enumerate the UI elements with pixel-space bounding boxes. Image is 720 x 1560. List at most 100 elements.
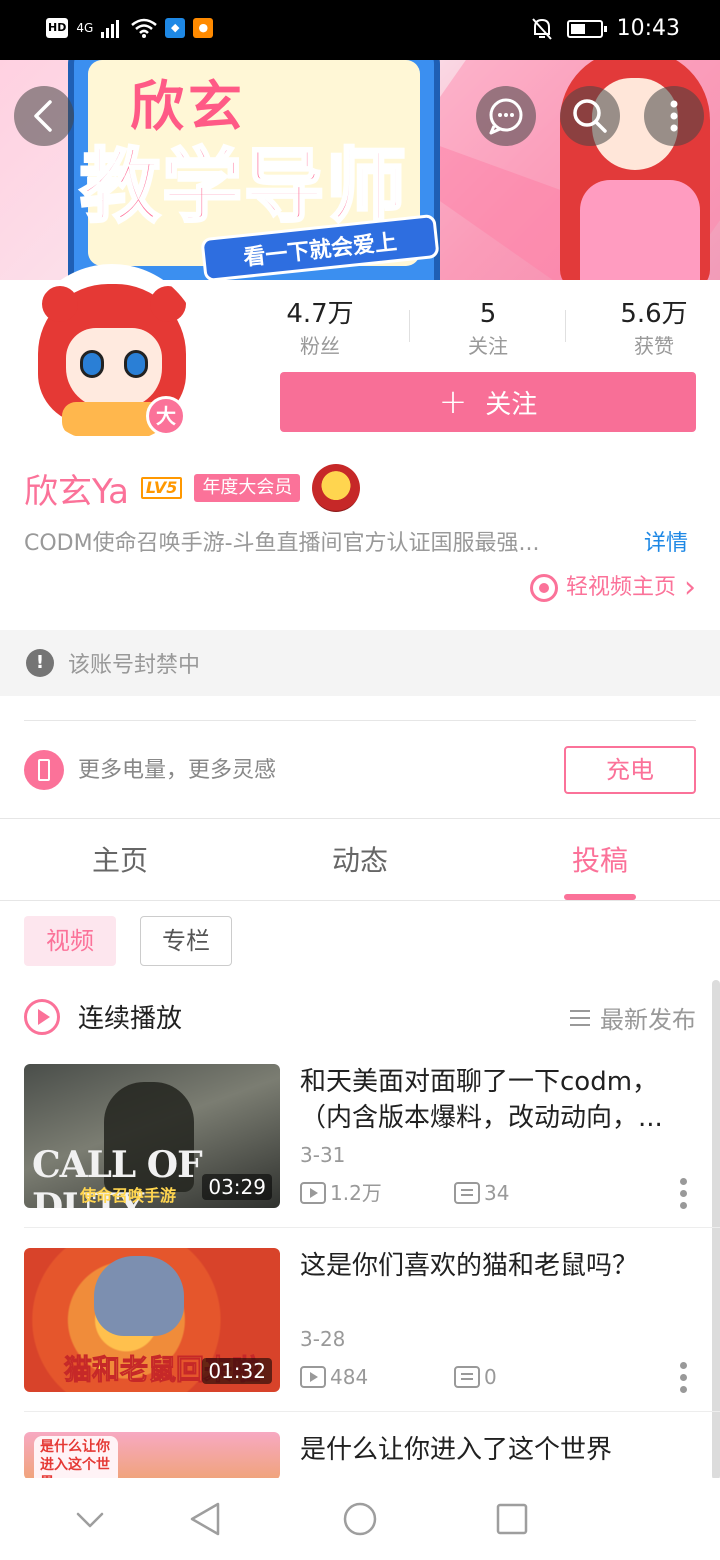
nav-back-icon[interactable]	[190, 1502, 220, 1536]
divider	[24, 1411, 720, 1412]
video-title[interactable]: 是什么让你进入了这个世界	[300, 1432, 696, 1468]
chevron-right-icon: ›	[684, 570, 696, 605]
video-comment-count: 34	[454, 1180, 509, 1206]
video-more-icon[interactable]	[680, 1362, 688, 1398]
stat-fans-label: 粉丝	[300, 334, 340, 358]
video-date: 3-31	[300, 1143, 346, 1167]
more-button[interactable]	[644, 86, 704, 146]
play-count-icon	[300, 1366, 326, 1388]
tab-home[interactable]: 主页	[0, 838, 240, 884]
nav-recents-icon[interactable]	[496, 1503, 528, 1535]
stat-following-label: 关注	[468, 334, 508, 358]
comment-icon	[454, 1366, 480, 1388]
stat-likes: 5.6万 获赞	[584, 296, 720, 360]
charge-battery-icon	[24, 750, 64, 790]
back-icon	[34, 100, 52, 132]
follow-label: 关注	[485, 389, 538, 420]
charge-button[interactable]: 充电	[564, 746, 696, 794]
nav-down-icon[interactable]	[76, 1512, 104, 1528]
play-circle-icon	[24, 998, 60, 1035]
stat-fans[interactable]: 4.7万 粉丝	[250, 296, 390, 360]
uc-app-icon: ●	[193, 18, 214, 38]
mute-bell-icon	[531, 17, 552, 40]
play-count: 484	[330, 1365, 369, 1389]
comment-count: 34	[484, 1181, 510, 1205]
thumbnail-logo-subtext: 使命召唤手游	[80, 1186, 177, 1205]
banned-text: 该账号封禁中	[68, 653, 201, 678]
video-thumbnail[interactable]: 是什么让你进入这个世界	[24, 1432, 280, 1478]
follow-button[interactable]: + 关注	[280, 372, 696, 432]
video-thumbnail[interactable]: CALL OF DUTY 使命召唤手游 03:29	[24, 1064, 280, 1208]
video-duration: 03:29	[202, 1174, 272, 1200]
profile-description: CODM使命召唤手游-斗鱼直播间官方认证国服最强...	[24, 531, 540, 556]
plus-icon: +	[438, 382, 468, 422]
comment-count: 0	[484, 1365, 497, 1389]
video-item[interactable]: 是什么让你进入这个世界 是什么让你进入了这个世界	[0, 1432, 720, 1478]
message-button[interactable]	[476, 86, 536, 146]
light-video-label: 轻视频主页	[565, 575, 676, 600]
light-video-link[interactable]: 轻视频主页 ›	[529, 570, 696, 605]
nav-home-icon[interactable]	[343, 1502, 377, 1536]
comment-icon	[454, 1182, 480, 1204]
stat-likes-value: 5.6万	[620, 299, 688, 329]
filter-column[interactable]: 专栏	[140, 916, 232, 966]
avatar-verified-badge: 大	[146, 396, 186, 436]
status-left-icons: HD 4G ◆ ●	[46, 18, 214, 38]
stat-following[interactable]: 5 关注	[418, 296, 558, 360]
video-duration: 01:32	[202, 1358, 272, 1384]
video-date: 3-28	[300, 1327, 346, 1351]
divider	[24, 720, 696, 721]
battery-icon	[566, 19, 607, 38]
sort-label: 最新发布	[600, 1006, 696, 1034]
stat-following-value: 5	[479, 299, 497, 329]
description-details-link[interactable]: 详情	[644, 528, 688, 560]
system-nav-bar	[0, 1478, 720, 1560]
stat-divider	[409, 310, 410, 342]
filter-video[interactable]: 视频	[24, 916, 116, 966]
stat-divider	[565, 310, 566, 342]
video-play-count: 484	[300, 1364, 368, 1390]
video-item[interactable]: 猫和老鼠回来啦 01:32 这是你们喜欢的猫和老鼠吗？ 3-28 484 0	[0, 1248, 720, 1432]
tab-uploads[interactable]: 投稿	[480, 838, 720, 884]
vip-badge[interactable]: 年度大会员	[194, 474, 301, 502]
video-more-icon[interactable]	[680, 1178, 688, 1214]
continuous-play-button[interactable]: 连续播放	[24, 998, 182, 1035]
search-icon	[573, 99, 607, 133]
tab-dynamics[interactable]: 动态	[240, 838, 480, 884]
signal-icon	[101, 20, 120, 38]
divider	[24, 1227, 720, 1228]
divider	[0, 818, 720, 819]
network-type: 4G	[76, 21, 94, 35]
video-title[interactable]: 这是你们喜欢的猫和老鼠吗？	[300, 1248, 696, 1284]
user-name: 欣玄Ya	[24, 471, 129, 512]
continuous-play-label: 连续播放	[78, 1004, 183, 1034]
warning-icon: !	[26, 649, 54, 677]
hd-icon: HD	[46, 18, 69, 38]
medal-icon[interactable]	[312, 464, 361, 512]
back-button[interactable]	[14, 86, 74, 146]
list-icon	[570, 1009, 590, 1026]
divider	[0, 900, 720, 901]
level-badge: LV5	[140, 477, 183, 499]
play-count-icon	[300, 1182, 326, 1204]
more-vertical-icon	[670, 100, 678, 132]
banned-notice: ! 该账号封禁中	[0, 630, 720, 696]
stat-likes-label: 获赞	[634, 334, 674, 358]
status-time: 10:43	[616, 16, 680, 41]
video-title[interactable]: 和天美面对面聊了一下codm，（内含版本爆料，改动动向，...	[300, 1064, 696, 1136]
video-item[interactable]: CALL OF DUTY 使命召唤手游 03:29 和天美面对面聊了一下codm…	[0, 1064, 720, 1248]
video-play-count: 1.2万	[300, 1180, 382, 1206]
sort-button[interactable]: 最新发布	[570, 1000, 696, 1035]
status-right: 10:43	[531, 16, 680, 41]
chat-icon	[489, 98, 523, 135]
play-count: 1.2万	[330, 1181, 382, 1205]
search-button[interactable]	[560, 86, 620, 146]
stat-fans-value: 4.7万	[286, 299, 354, 329]
charge-text: 更多电量，更多灵感	[78, 758, 277, 783]
light-video-icon	[529, 574, 558, 602]
shield-app-icon: ◆	[165, 18, 186, 38]
video-thumbnail[interactable]: 猫和老鼠回来啦 01:32	[24, 1248, 280, 1392]
video-comment-count: 0	[454, 1364, 497, 1390]
wifi-icon	[131, 18, 158, 38]
name-row: 欣玄Ya LV5 年度大会员	[24, 464, 361, 512]
